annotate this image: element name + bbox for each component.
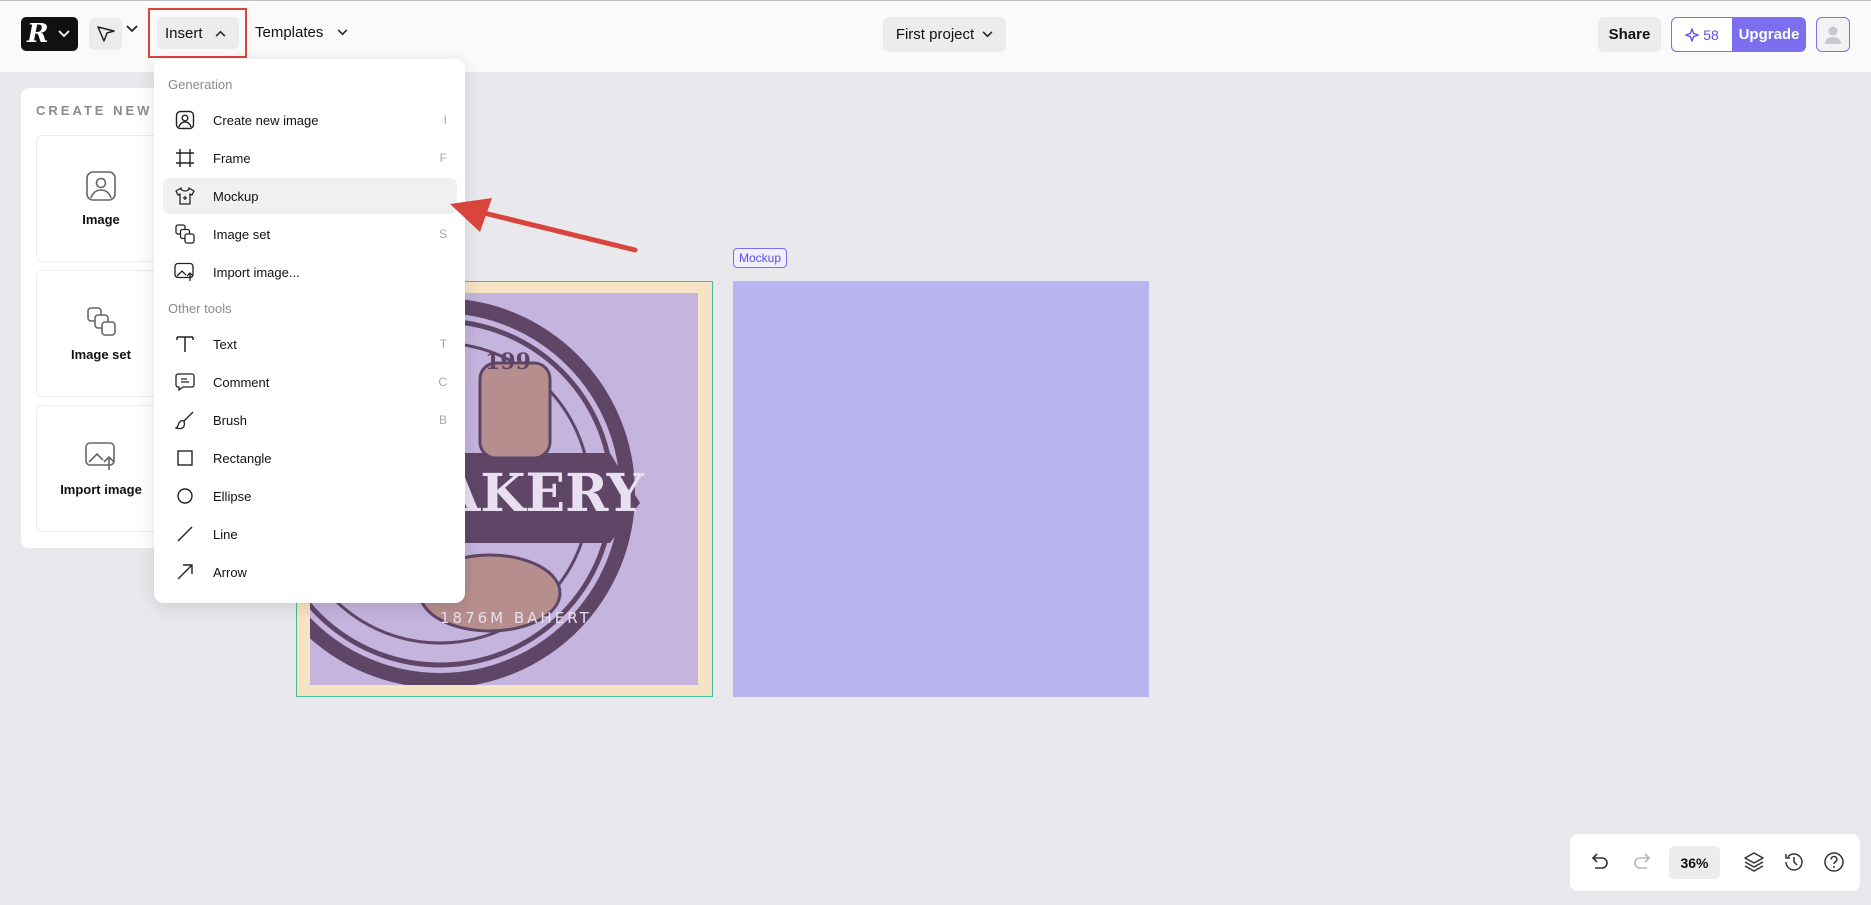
- templates-button[interactable]: Templates: [255, 24, 348, 41]
- cursor-icon: [96, 26, 115, 42]
- menu-item-label: Create new image: [213, 112, 319, 128]
- insert-highlight-box: Insert: [148, 8, 247, 58]
- menu-item-image-set[interactable]: Image set S: [163, 216, 457, 252]
- project-selector[interactable]: First project: [883, 17, 1006, 52]
- card-label: Image set: [71, 347, 131, 362]
- credits-count: 58: [1703, 26, 1719, 43]
- frame-icon: [174, 147, 196, 169]
- menu-item-rectangle[interactable]: Rectangle: [163, 440, 457, 476]
- logo-main-text: AKERY: [439, 463, 645, 524]
- user-icon: [1825, 26, 1841, 44]
- upgrade-button[interactable]: Upgrade: [1732, 17, 1806, 52]
- menu-item-text[interactable]: Text T: [163, 326, 457, 362]
- text-icon: [174, 333, 196, 355]
- help-icon: [1824, 852, 1844, 872]
- chevron-down-icon: [337, 29, 348, 36]
- ellipse-icon: [174, 485, 196, 507]
- brush-icon: [174, 409, 196, 431]
- chevron-down-icon: [58, 30, 70, 38]
- layers-icon: [1744, 852, 1764, 872]
- zoom-level[interactable]: 36%: [1669, 846, 1720, 879]
- menu-item-label: Ellipse: [213, 488, 252, 504]
- menu-item-label: Import image...: [213, 264, 300, 280]
- arrow-icon: [174, 561, 196, 583]
- card-label: Image: [82, 212, 120, 227]
- image-icon: [174, 109, 196, 131]
- import-image-icon: [174, 261, 196, 283]
- menu-item-create-new-image[interactable]: Create new image I: [163, 102, 457, 138]
- import-image-card[interactable]: Import image: [36, 405, 166, 532]
- menu-item-brush[interactable]: Brush B: [163, 402, 457, 438]
- mockup-frame-label[interactable]: Mockup: [733, 248, 788, 268]
- logo-number: 199: [485, 349, 531, 375]
- line-icon: [174, 523, 196, 545]
- menu-item-mockup[interactable]: Mockup: [163, 178, 457, 214]
- section-generation: Generation: [168, 77, 233, 92]
- annotation-arrow: [450, 198, 638, 253]
- menu-item-label: Arrow: [213, 564, 247, 580]
- undo-button[interactable]: [1586, 849, 1612, 875]
- import-image-icon: [85, 442, 115, 470]
- rectangle-icon: [174, 447, 196, 469]
- share-button[interactable]: Share: [1598, 17, 1661, 52]
- image-set-icon: [174, 223, 196, 245]
- history-button[interactable]: [1781, 849, 1807, 875]
- app-logo: R: [27, 19, 49, 49]
- sparkle-icon: [1685, 27, 1700, 42]
- redo-icon: [1634, 853, 1651, 869]
- undo-icon: [1591, 853, 1608, 869]
- menu-item-label: Rectangle: [213, 450, 272, 466]
- shortcut-key: B: [438, 413, 447, 427]
- menu-item-label: Line: [213, 526, 238, 542]
- create-image-set-card[interactable]: Image set: [36, 270, 166, 397]
- tool-chevron-down-icon[interactable]: [126, 25, 138, 33]
- image-set-icon: [87, 307, 116, 336]
- menu-item-arrow[interactable]: Arrow: [163, 554, 457, 590]
- menu-item-label: Brush: [213, 412, 247, 428]
- shirt-icon: [174, 185, 196, 207]
- history-icon: [1785, 853, 1803, 871]
- insert-dropdown-menu: Generation Create new image I Frame F Mo…: [154, 59, 465, 603]
- menu-item-label: Text: [213, 336, 237, 352]
- menu-item-ellipse[interactable]: Ellipse: [163, 478, 457, 514]
- menu-item-comment[interactable]: Comment C: [163, 364, 457, 400]
- menu-item-label: Frame: [213, 150, 251, 166]
- credits-button[interactable]: 58: [1671, 17, 1732, 52]
- menu-item-label: Comment: [213, 374, 270, 390]
- select-tool-button[interactable]: [89, 18, 122, 50]
- menu-item-label: Image set: [213, 226, 271, 242]
- menu-item-import-image[interactable]: Import image...: [163, 254, 457, 290]
- menu-item-line[interactable]: Line: [163, 516, 457, 552]
- create-image-card[interactable]: Image: [36, 135, 166, 262]
- section-other-tools: Other tools: [168, 301, 232, 316]
- logo-menu-button[interactable]: R: [21, 17, 78, 51]
- menu-item-frame[interactable]: Frame F: [163, 140, 457, 176]
- help-button[interactable]: [1821, 849, 1847, 875]
- chevron-up-icon: [215, 30, 225, 37]
- create-new-panel: CREATE NEW Image Image set Import image: [21, 88, 166, 548]
- shortcut-key: I: [443, 113, 447, 127]
- comment-icon: [174, 371, 196, 393]
- avatar[interactable]: [1816, 17, 1850, 52]
- panel-title: CREATE NEW: [36, 103, 153, 118]
- logo-bottom-text: 1876M BAHERT: [440, 609, 592, 627]
- templates-label: Templates: [255, 24, 324, 41]
- chevron-down-icon: [982, 31, 993, 38]
- image-icon: [86, 171, 116, 201]
- insert-button[interactable]: Insert: [157, 17, 239, 49]
- shortcut-key: F: [439, 151, 447, 165]
- insert-label: Insert: [165, 24, 203, 42]
- card-label: Import image: [60, 482, 142, 497]
- mockup-frame[interactable]: [733, 281, 1149, 697]
- layers-button[interactable]: [1741, 849, 1767, 875]
- menu-item-label: Mockup: [213, 188, 259, 204]
- project-name: First project: [895, 26, 975, 43]
- shortcut-key: T: [439, 337, 447, 351]
- redo-button[interactable]: [1630, 849, 1656, 875]
- shortcut-key: C: [438, 375, 447, 389]
